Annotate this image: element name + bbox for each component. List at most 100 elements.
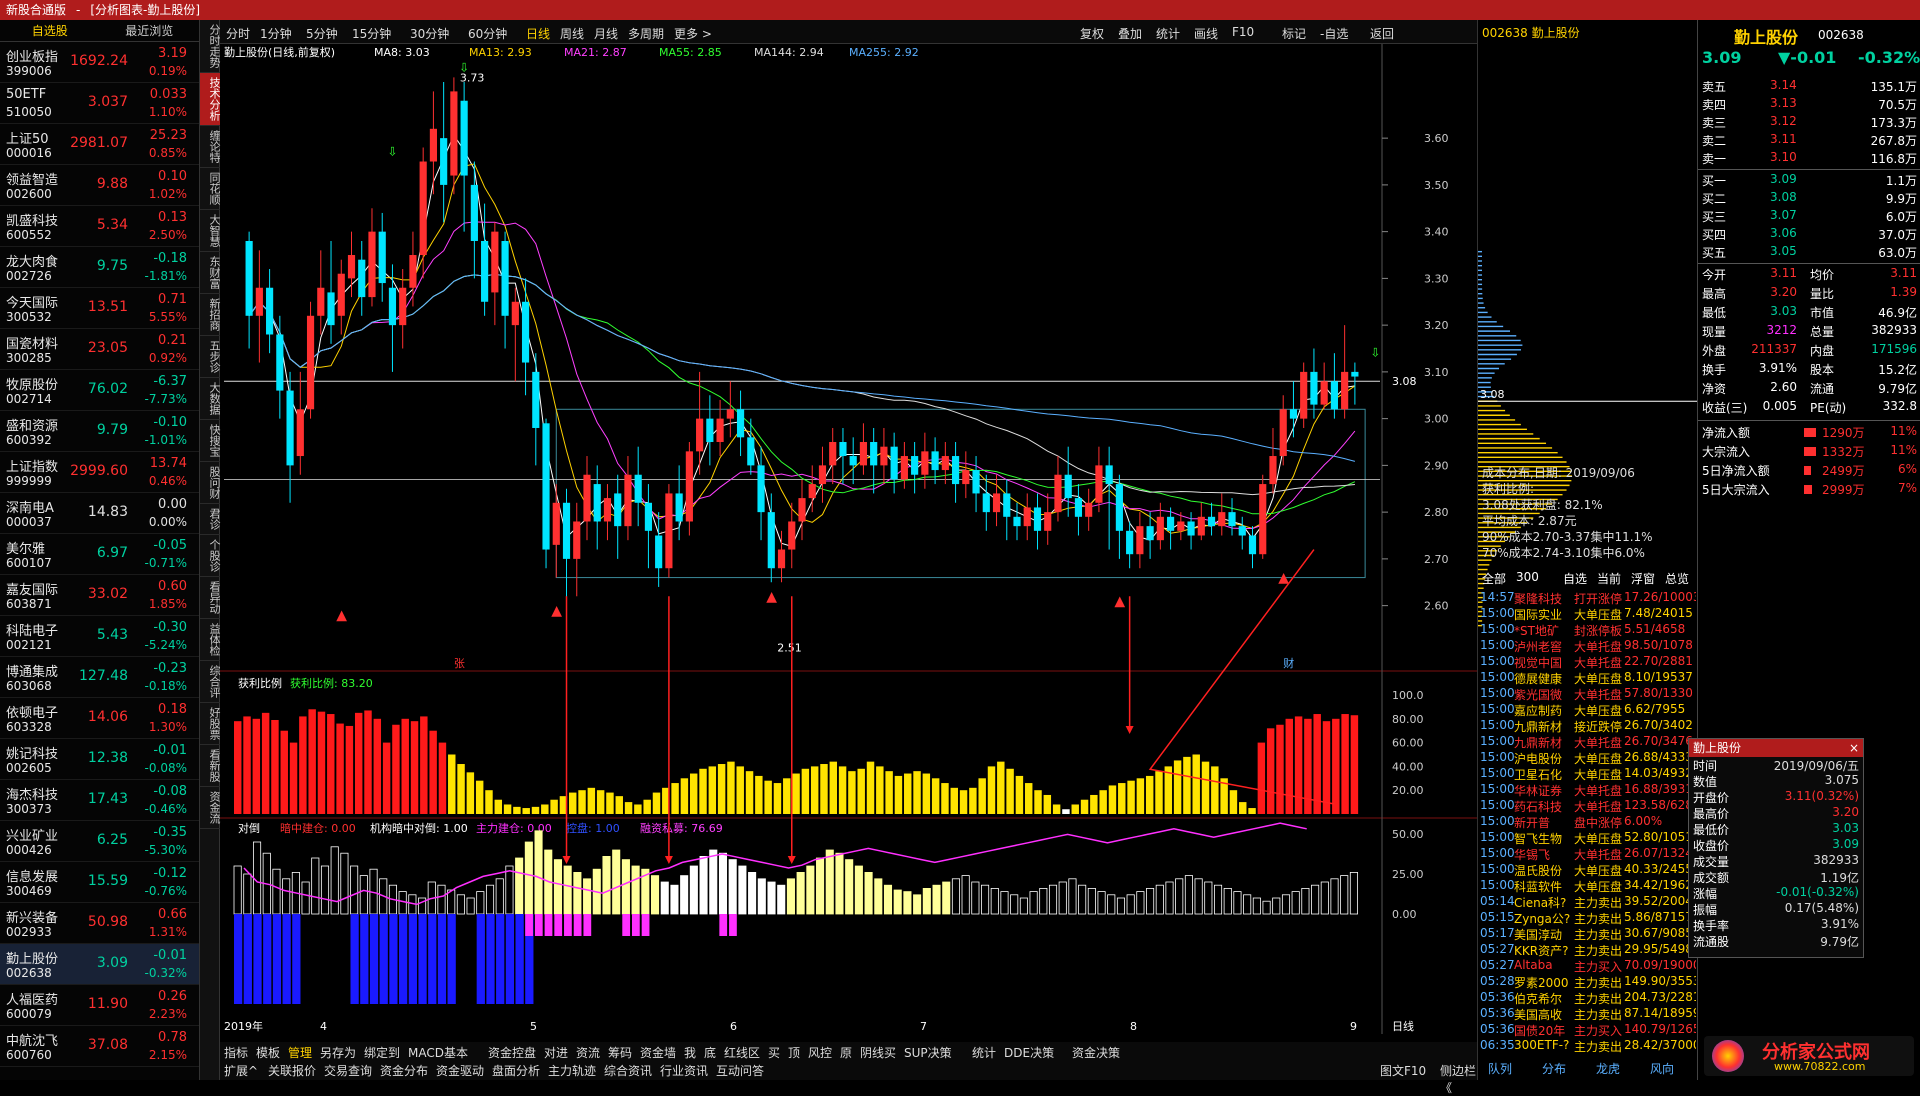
ticker-row[interactable]: 15:00 九鼎新材 接近跌停 26.70/3402 [1478,718,1698,734]
indicator-tab[interactable]: 原 [840,1044,852,1061]
indicator-tab[interactable]: 统计 [972,1044,996,1061]
ticker-row[interactable]: 15:00 药石科技 大单托盘 123.58/628 [1478,798,1698,814]
ticker-row[interactable]: 15:00 国际实业 大单压盘 7.48/24015 [1478,606,1698,622]
queue-tab[interactable]: 龙虎 [1596,1060,1620,1077]
order-book-row[interactable]: 卖五 3.14 135.1万 [1698,78,1920,96]
ticker-row[interactable]: 06:35 300ETF-? 主力卖出 28.42/37000 [1478,1038,1698,1054]
order-book-row[interactable]: 卖二 3.11 267.8万 [1698,132,1920,150]
watchlist-row[interactable]: 姚记科技 002605 12.38 -0.01 -0.08% [0,739,199,780]
watchlist-row[interactable]: 盛和资源 600392 9.79 -0.10 -1.01% [0,411,199,452]
toolbar-action[interactable]: 统计 [1156,25,1180,42]
ticker-row[interactable]: 05:28罗素2000 主力卖出149.90/35534 [1478,974,1698,990]
order-book-row[interactable]: 卖四 3.13 70.5万 [1698,96,1920,114]
ticker-row[interactable]: 05:36 美国高收 主力卖出 87.14/18959 [1478,1006,1698,1022]
indicator-tab[interactable]: 绑定到 [364,1044,400,1061]
vnav-tab[interactable]: 大数据 [200,378,221,420]
vnav-tab[interactable]: 看异动 [200,577,221,619]
ticker-row[interactable]: 15:00 科蓝软件 大单压盘 34.42/1962 [1478,878,1698,894]
vnav-tab[interactable]: 东财富 [200,252,221,294]
watchlist-row[interactable]: 牧原股份 002714 76.02 -6.37 -7.73% [0,370,199,411]
ticker-row[interactable]: 15:00 九鼎新材 大单托盘 26.70/3476 [1478,734,1698,750]
function-tab[interactable]: 互动问答 [716,1062,764,1079]
vnav-tab[interactable]: 益体检 [200,619,221,661]
order-book-row[interactable]: 买四 3.06 37.0万 [1698,226,1920,244]
indicator-tab[interactable]: 风控 [808,1044,832,1061]
ticker-row[interactable]: 15:00 视觉中国 大单托盘 22.70/2881 [1478,654,1698,670]
toolbar-action[interactable]: 叠加 [1118,25,1142,42]
period-tab[interactable]: 60分钟 [468,25,507,42]
watchlist-row[interactable]: 人福医药 600079 11.90 0.26 2.23% [0,985,199,1026]
watchlist-row[interactable]: 50ETF 510050 3.037 0.033 1.10% [0,83,199,124]
indicator-tab[interactable]: 买 [768,1044,780,1061]
period-tab[interactable]: 多周期 [628,25,664,42]
period-tab[interactable]: 日线 [526,25,550,42]
function-tab[interactable]: 资金驱动 [436,1062,484,1079]
period-tab[interactable]: 分时 [226,25,250,42]
ticker-row[interactable]: 15:00 华林证券 大单托盘 16.88/3931 [1478,782,1698,798]
watchlist-row[interactable]: 中航沈飞 600760 37.08 0.78 2.15% [0,1026,199,1067]
vnav-tab[interactable]: 综合评 [200,661,221,703]
watchlist-row[interactable]: 创业板指 399006 1692.24 3.19 0.19% [0,42,199,83]
ticker-tab[interactable]: 自选 [1563,570,1587,587]
order-book-row[interactable]: 买三 3.07 6.0万 [1698,208,1920,226]
watchlist-row[interactable]: 深南电A 000037 14.83 0.00 0.00% [0,493,199,534]
tab-recent[interactable]: 最近浏览 [100,20,200,41]
watchlist-row[interactable]: 领益智造 002600 9.88 0.10 1.02% [0,165,199,206]
indicator-tab[interactable]: 资金控盘 [488,1044,536,1061]
vnav-tab[interactable]: 君诊 [200,504,221,535]
indicator-tab[interactable]: 筹码 [608,1044,632,1061]
indicator-tab[interactable]: MACD基本 [408,1044,468,1061]
vnav-tab[interactable]: 新招商 [200,294,221,336]
ticker-tab[interactable]: 浮窗 [1631,570,1655,587]
queue-tab[interactable]: 队列 [1488,1060,1512,1077]
function-tab[interactable]: 关联报价 [268,1062,316,1079]
toolbar-action[interactable]: -自选 [1320,25,1348,42]
function-tab[interactable]: 行业资讯 [660,1062,708,1079]
indicator-tab[interactable]: 资流 [576,1044,600,1061]
function-tab[interactable]: 盘面分析 [492,1062,540,1079]
ticker-row[interactable]: 05:27Altaba 主力买入70.09/190000 [1478,958,1698,974]
period-tab[interactable]: 月线 [594,25,618,42]
watchlist-row[interactable]: 科陆电子 002121 5.43 -0.30 -5.24% [0,616,199,657]
function-tab[interactable]: 主力轨迹 [548,1062,596,1079]
vnav-tab[interactable]: 大智慧 [200,210,221,252]
vnav-tab[interactable]: 个股诊 [200,535,221,577]
ticker-row[interactable]: 15:00 *ST地矿 封涨停板 5.51/4658 [1478,622,1698,638]
watchlist-row[interactable]: 海杰科技 300373 17.43 -0.08 -0.46% [0,780,199,821]
period-tab[interactable]: 周线 [560,25,584,42]
ticker-row[interactable]: 05:36国债20年主力买入140.79/12658 [1478,1022,1698,1038]
ticker-row[interactable]: 15:00 沪电股份 大单压盘 26.88/4333 [1478,750,1698,766]
period-tab[interactable]: 30分钟 [410,25,449,42]
watchlist-row[interactable]: 国瓷材料 300285 23.05 0.21 0.92% [0,329,199,370]
ticker-tab[interactable]: 全部 [1482,570,1506,587]
period-tab[interactable]: 5分钟 [306,25,338,42]
watchlist-row[interactable]: 勤上股份 002638 3.09 -0.01 -0.32% [0,944,199,985]
vnav-tab[interactable]: 技术分析 [200,73,221,126]
watchlist-row[interactable]: 嘉友国际 603871 33.02 0.60 1.85% [0,575,199,616]
watchlist-row[interactable]: 今天国际 300532 13.51 0.71 5.55% [0,288,199,329]
chart-area[interactable]: 勤上股份(日线,前复权) MA8: 3.03 MA13: 2.93 MA21: 2.8… [220,44,1477,1034]
watchlist-row[interactable]: 龙大肉食 002726 9.75 -0.18 -1.81% [0,247,199,288]
watchlist-row[interactable]: 凯盛科技 600552 5.34 0.13 2.50% [0,206,199,247]
indicator-tab[interactable]: DDE决策 [1004,1044,1054,1061]
watchlist-row[interactable]: 信息发展 300469 15.59 -0.12 -0.76% [0,862,199,903]
indicator-tab[interactable]: 资金决策 [1072,1044,1120,1061]
watchlist-row[interactable]: 依顿电子 603328 14.06 0.18 1.30% [0,698,199,739]
order-book-row[interactable]: 买一 3.09 1.1万 [1698,172,1920,190]
vnav-tab[interactable]: 同花顺 [200,168,221,210]
vnav-tab[interactable]: 股问财 [200,462,221,504]
function-tab[interactable]: 扩展^ [224,1062,258,1079]
ticker-tab[interactable]: 总览 [1665,570,1689,587]
ticker-row[interactable]: 15:00 卫星石化 大单压盘 14.03/4932 [1478,766,1698,782]
ticker-row[interactable]: 05:17 美国淳动 主力卖出 30.67/90854 [1478,926,1698,942]
ticker-row[interactable]: 15:00 泸州老窖 大单托盘 98.50/1078 [1478,638,1698,654]
order-book-row[interactable]: 买五 3.05 63.0万 [1698,244,1920,262]
ticker-row[interactable]: 15:00 华锡飞 大单托盘 26.07/1324 [1478,846,1698,862]
function-tab[interactable]: 资金分布 [380,1062,428,1079]
vnav-tab[interactable]: 好股票 [200,703,221,745]
indicator-tab[interactable]: 资金墙 [640,1044,676,1061]
vnav-tab[interactable]: 缠论特 [200,126,221,168]
function-tab[interactable]: 综合资讯 [604,1062,652,1079]
vnav-tab[interactable]: 看新股 [200,745,221,787]
indicator-tab[interactable]: 对进 [544,1044,568,1061]
